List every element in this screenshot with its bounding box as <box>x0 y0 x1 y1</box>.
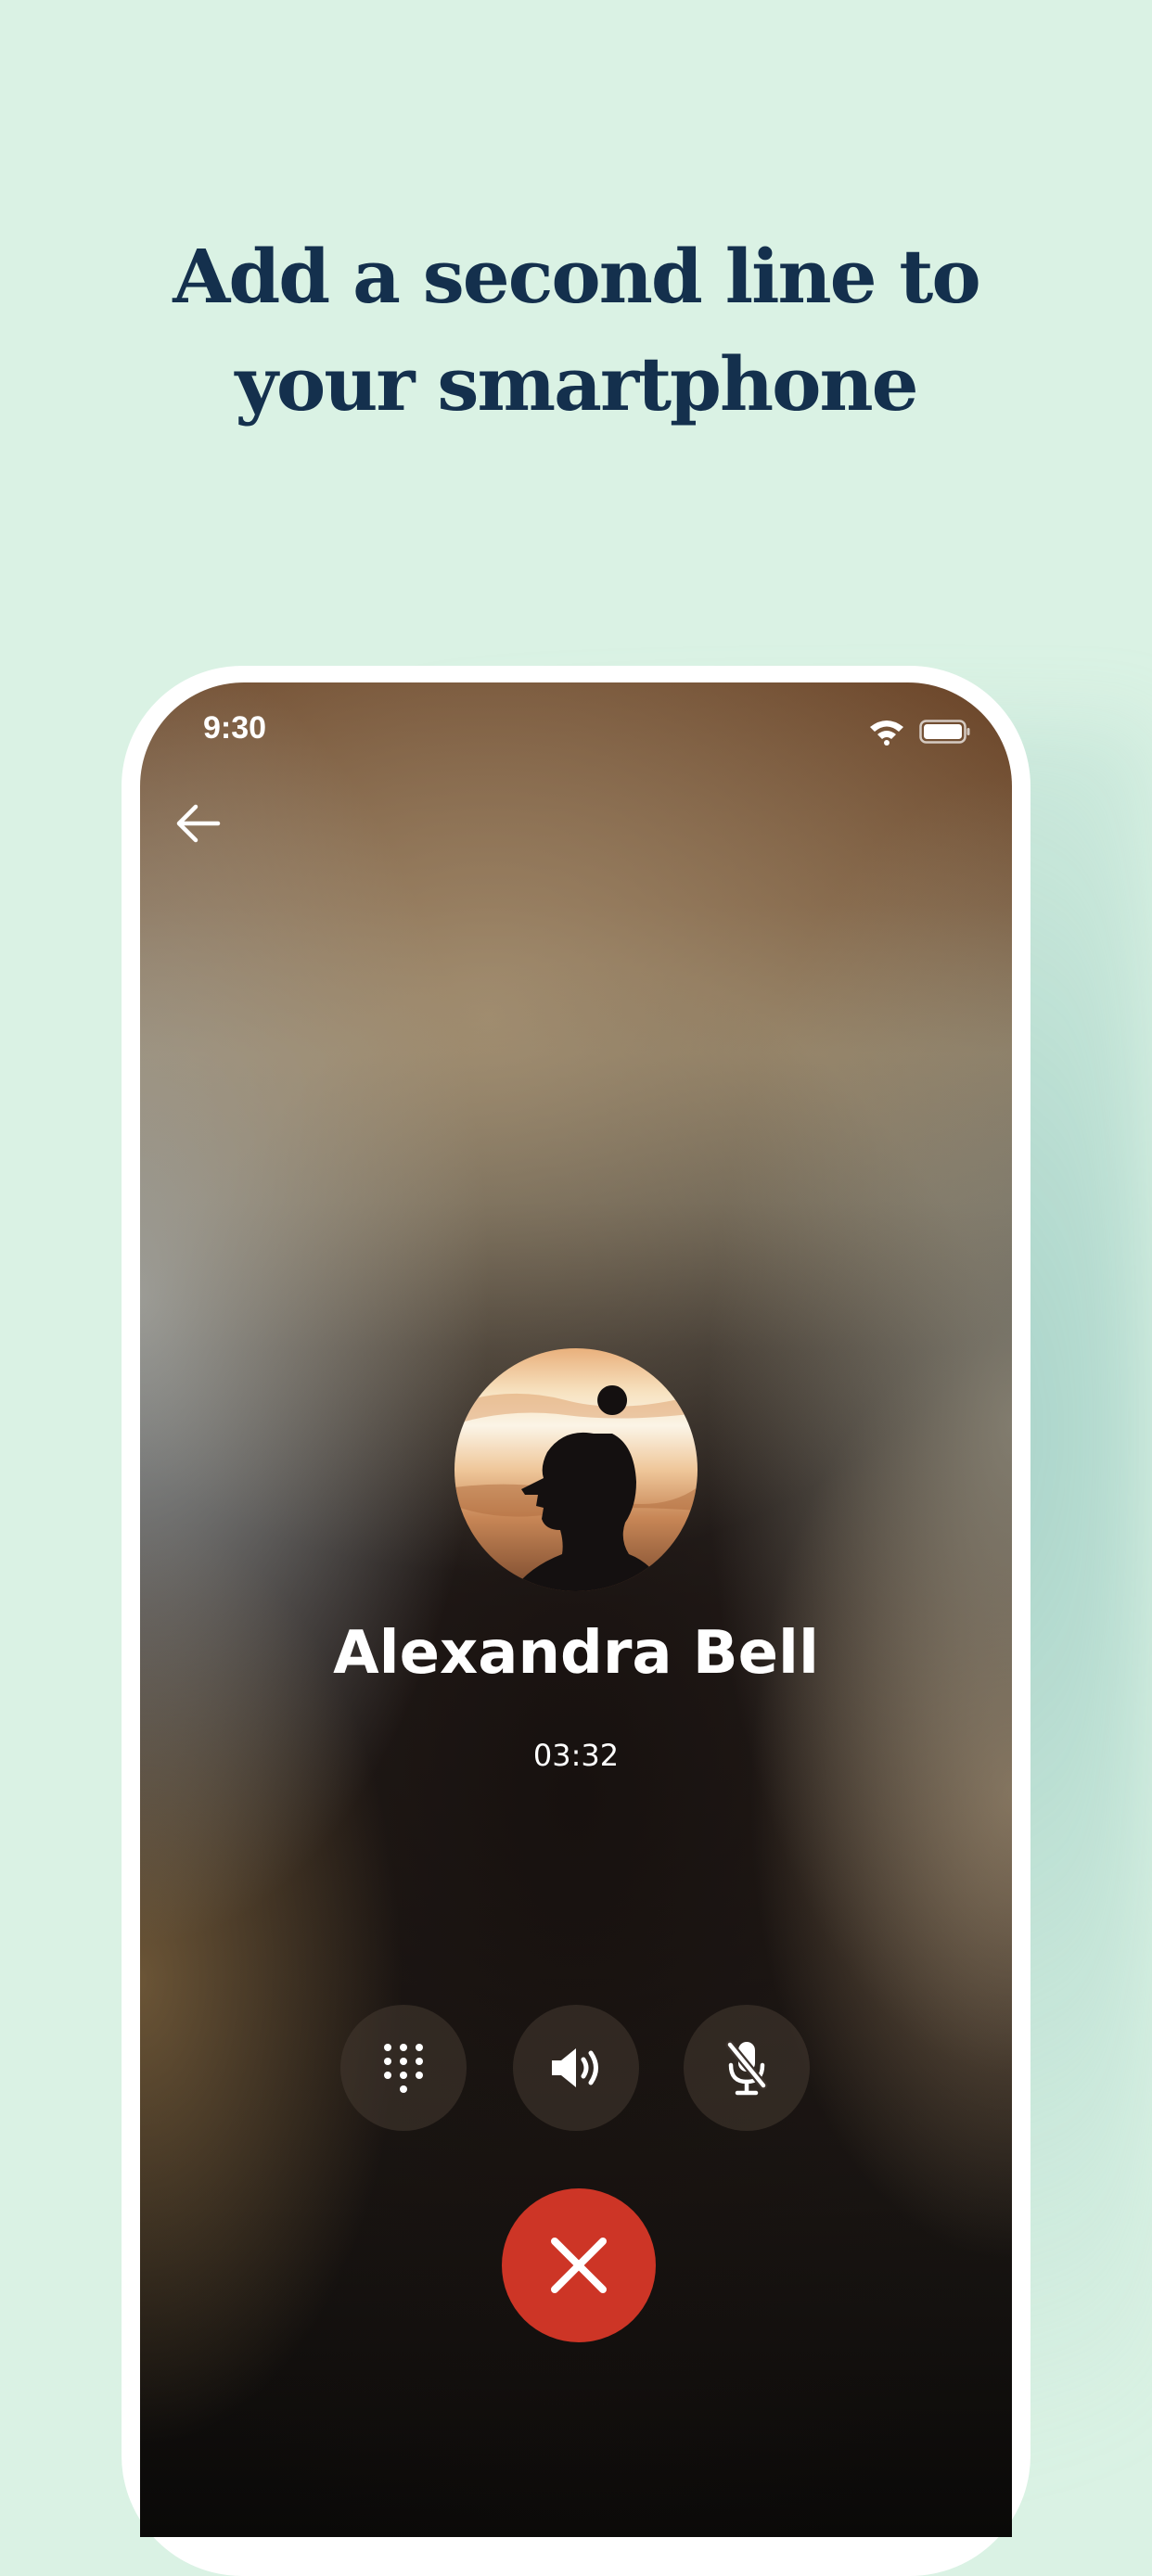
headline-line-1: Add a second line to <box>173 233 980 320</box>
caller-name: Alexandra Bell <box>333 1619 819 1688</box>
call-screen: 9:30 Alexandra Bell 03:32 <box>140 682 1012 2537</box>
status-time: 9:30 <box>203 710 267 746</box>
speaker-icon <box>552 2048 598 2087</box>
keypad-button[interactable] <box>340 2005 467 2131</box>
back-button[interactable] <box>168 794 227 853</box>
arrow-left-icon <box>176 804 221 843</box>
headline-line-2: your smartphone <box>235 340 918 427</box>
mic-off-icon <box>725 2040 768 2096</box>
mute-button[interactable] <box>684 2005 810 2131</box>
hangup-button[interactable] <box>502 2188 656 2342</box>
call-timer: 03:32 <box>532 1738 620 1773</box>
keypad-icon <box>384 2044 423 2093</box>
avatar <box>454 1348 698 1591</box>
headline: Add a second line to your smartphone <box>0 223 1152 438</box>
battery-icon <box>919 720 970 744</box>
close-icon <box>551 2238 607 2293</box>
wifi-icon <box>870 721 903 746</box>
speaker-button[interactable] <box>513 2005 639 2131</box>
